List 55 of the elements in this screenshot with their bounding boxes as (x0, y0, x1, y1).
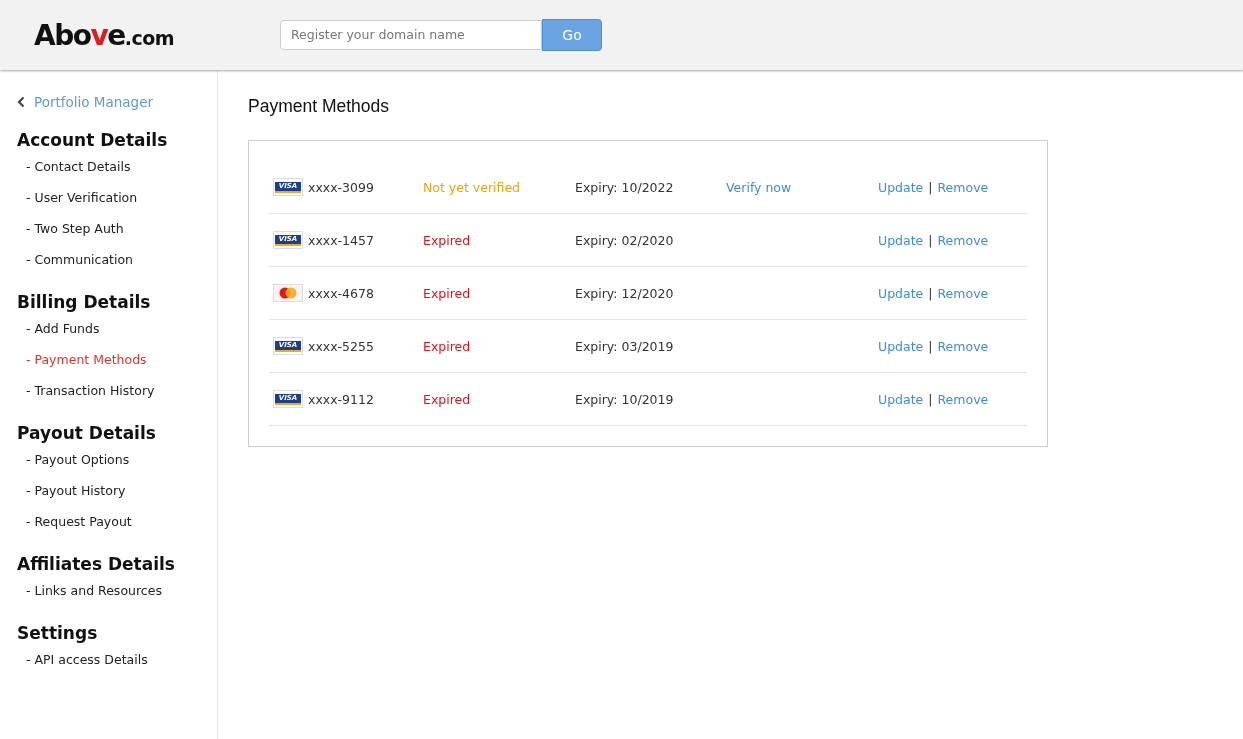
update-link[interactable]: Update (878, 391, 924, 407)
card-status: Expired (423, 285, 471, 301)
separator: | (928, 391, 933, 407)
sidebar-item[interactable]: - Add Funds (17, 320, 217, 351)
section-heading: Affiliates Details (17, 554, 176, 574)
card-number: xxxx-9112 (308, 391, 374, 407)
sidebar-item[interactable]: - Contact Details (17, 158, 217, 189)
update-link[interactable]: Update (878, 179, 924, 195)
card-expiry: Expiry: 10/2019 (575, 391, 674, 407)
card-number: xxxx-3099 (308, 179, 374, 195)
section-heading: Payout Details (17, 423, 157, 443)
card-circles-icon (273, 284, 303, 302)
separator: | (928, 232, 933, 248)
card-status: Expired (423, 338, 471, 354)
sidebar-item[interactable]: - Payout Options (17, 451, 217, 482)
back-link[interactable]: Portfolio Manager (17, 94, 217, 110)
card-expiry: Expiry: 10/2022 (575, 179, 674, 195)
remove-link[interactable]: Remove (937, 338, 989, 354)
card-number: xxxx-4678 (308, 285, 374, 301)
separator: | (928, 338, 933, 354)
separator: | (928, 285, 933, 301)
verify-link[interactable]: Verify now (726, 179, 792, 195)
sidebar-item[interactable]: - User Verification (17, 189, 217, 220)
chevron-left-icon (17, 96, 25, 108)
remove-link[interactable]: Remove (937, 391, 989, 407)
card-number: xxxx-5255 (308, 338, 374, 354)
card-expiry: Expiry: 02/2020 (575, 232, 674, 248)
sidebar-item[interactable]: - Transaction History (17, 382, 217, 413)
section-heading: Account Details (17, 130, 169, 150)
sidebar-item[interactable]: - Communication (17, 251, 217, 282)
card-status: Expired (423, 232, 471, 248)
sidebar-item[interactable]: - Payout History (17, 482, 217, 513)
separator: | (928, 179, 933, 195)
update-link[interactable]: Update (878, 285, 924, 301)
search-field[interactable]: Register your domain name (280, 19, 542, 50)
card-number: xxxx-1457 (308, 232, 374, 248)
page-title: Payment Methods (248, 96, 391, 117)
sidebar-item[interactable]: - Links and Resources (17, 582, 217, 613)
card-status: Expired (423, 391, 471, 407)
go-button[interactable]: Go (542, 18, 602, 51)
remove-link[interactable]: Remove (937, 285, 989, 301)
remove-link[interactable]: Remove (937, 232, 989, 248)
sidebar-item[interactable]: - Payment Methods (17, 351, 217, 382)
card-expiry: Expiry: 03/2019 (575, 338, 674, 354)
sidebar-item[interactable]: - Two Step Auth (17, 220, 217, 251)
section-heading: Billing Details (17, 292, 152, 312)
update-link[interactable]: Update (878, 232, 924, 248)
remove-link[interactable]: Remove (937, 179, 989, 195)
card-expiry: Expiry: 12/2020 (575, 285, 674, 301)
card-status: Not yet verified (423, 179, 521, 195)
sidebar-item[interactable]: - API access Details (17, 651, 217, 682)
sidebar-item[interactable]: - Request Payout (17, 513, 217, 544)
logo[interactable]: Above.com (34, 18, 280, 52)
section-heading: Settings (17, 623, 99, 643)
update-link[interactable]: Update (878, 338, 924, 354)
